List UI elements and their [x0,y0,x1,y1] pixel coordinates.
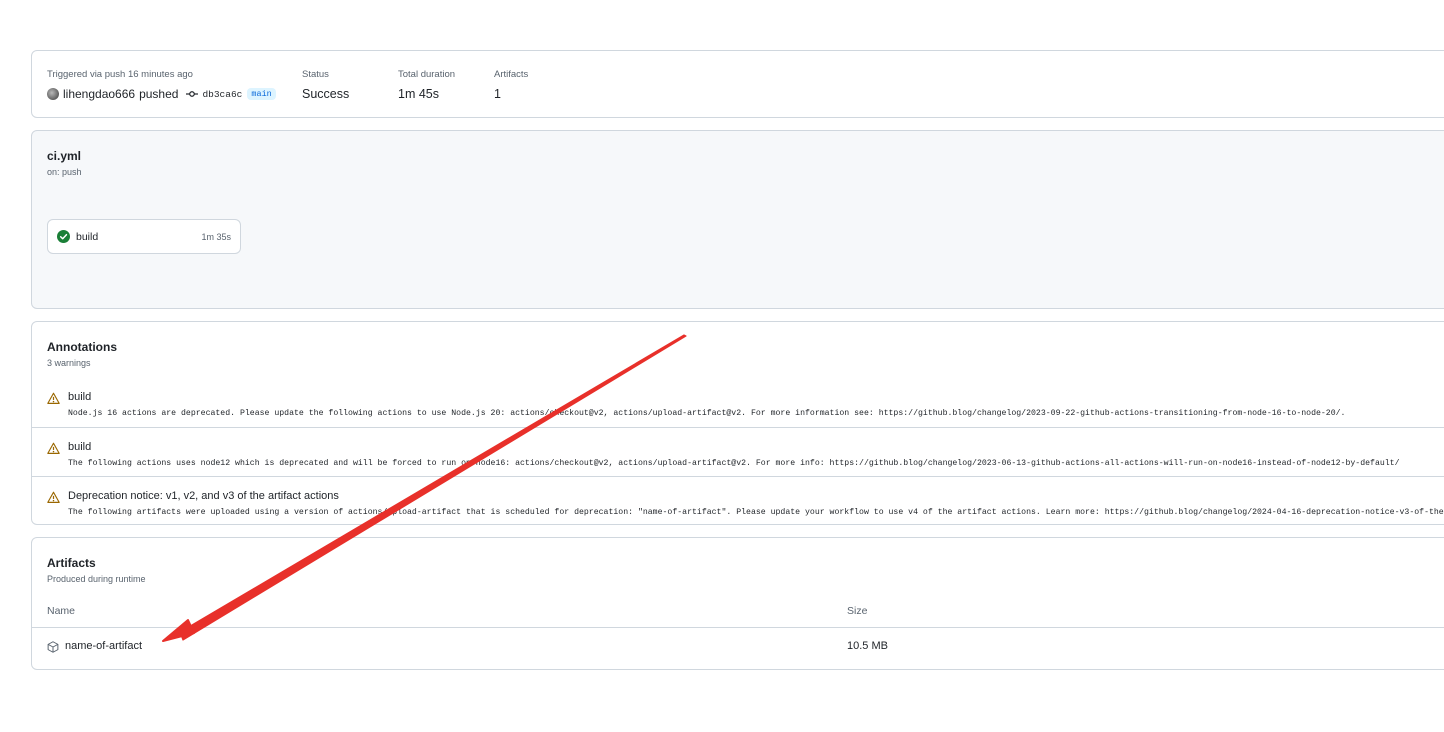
artifacts-table-header: Name Size [32,604,1444,628]
annotation-title[interactable]: Deprecation notice: v1, v2, and v3 of th… [68,490,339,502]
branch-badge[interactable]: main [247,88,276,100]
alert-icon [47,442,60,454]
trigger-column: Triggered via push 16 minutes ago liheng… [47,69,276,101]
actor-link[interactable]: lihengdao666 [63,87,135,101]
push-info: lihengdao666 pushed db3ca6c main [47,87,276,101]
duration-value: 1m 45s [398,87,439,101]
annotation-message: The following artifacts were uploaded us… [68,508,1444,517]
status-label: Status [302,69,329,80]
trigger-label: Triggered via push 16 minutes ago [47,69,193,80]
annotations-title: Annotations [47,340,117,354]
column-header-name: Name [47,605,76,617]
workflow-file-name: ci.yml [47,149,82,163]
job-name: build [76,230,99,243]
duration-label: Total duration [398,69,456,80]
action-text: pushed [139,87,179,101]
git-commit-icon [186,91,199,97]
annotation-item[interactable]: build Node.js 16 actions are deprecated.… [32,378,1444,427]
alert-icon [47,491,60,503]
annotation-item[interactable]: build The following actions uses node12 … [32,427,1444,477]
artifacts-column: Artifacts 1 [494,69,528,101]
artifacts-count[interactable]: 1 [494,87,528,101]
workflow-trigger: on: push [47,167,82,177]
annotations-card: Annotations 3 warnings build Node.js 16 … [31,321,1444,525]
run-summary-card: Triggered via push 16 minutes ago liheng… [31,50,1444,118]
annotation-message: Node.js 16 actions are deprecated. Pleas… [68,409,1346,418]
status-value: Success [302,87,350,101]
column-header-size: Size [847,605,868,617]
annotation-title[interactable]: build [68,441,91,453]
artifacts-subtitle: Produced during runtime [47,574,146,584]
annotations-count: 3 warnings [47,358,91,368]
artifact-download-link[interactable]: name-of-artifact [65,640,142,652]
artifacts-label: Artifacts [494,69,529,80]
alert-icon [47,392,60,404]
annotation-title[interactable]: build [68,391,91,403]
artifacts-card: Artifacts Produced during runtime Name S… [31,537,1444,670]
avatar[interactable] [47,88,59,100]
artifact-size: 10.5 MB [847,640,888,652]
commit-sha-link[interactable]: db3ca6c [202,89,242,100]
status-column: Status Success [302,69,349,101]
annotation-message: The following actions uses node12 which … [68,459,1400,468]
duration-column: Total duration 1m 45s [398,69,455,101]
check-circle-icon [57,230,70,243]
artifacts-title: Artifacts [47,556,96,570]
job-duration: 1m 35s [201,231,231,242]
workflow-run-page: Triggered via push 16 minutes ago liheng… [0,0,1444,732]
annotation-item[interactable]: Deprecation notice: v1, v2, and v3 of th… [32,476,1444,526]
table-row: name-of-artifact 10.5 MB [32,628,1444,668]
job-build[interactable]: build 1m 35s [47,219,241,254]
workflow-graph-card: ci.yml on: push build 1m 35s [31,130,1444,309]
package-icon [47,641,59,653]
